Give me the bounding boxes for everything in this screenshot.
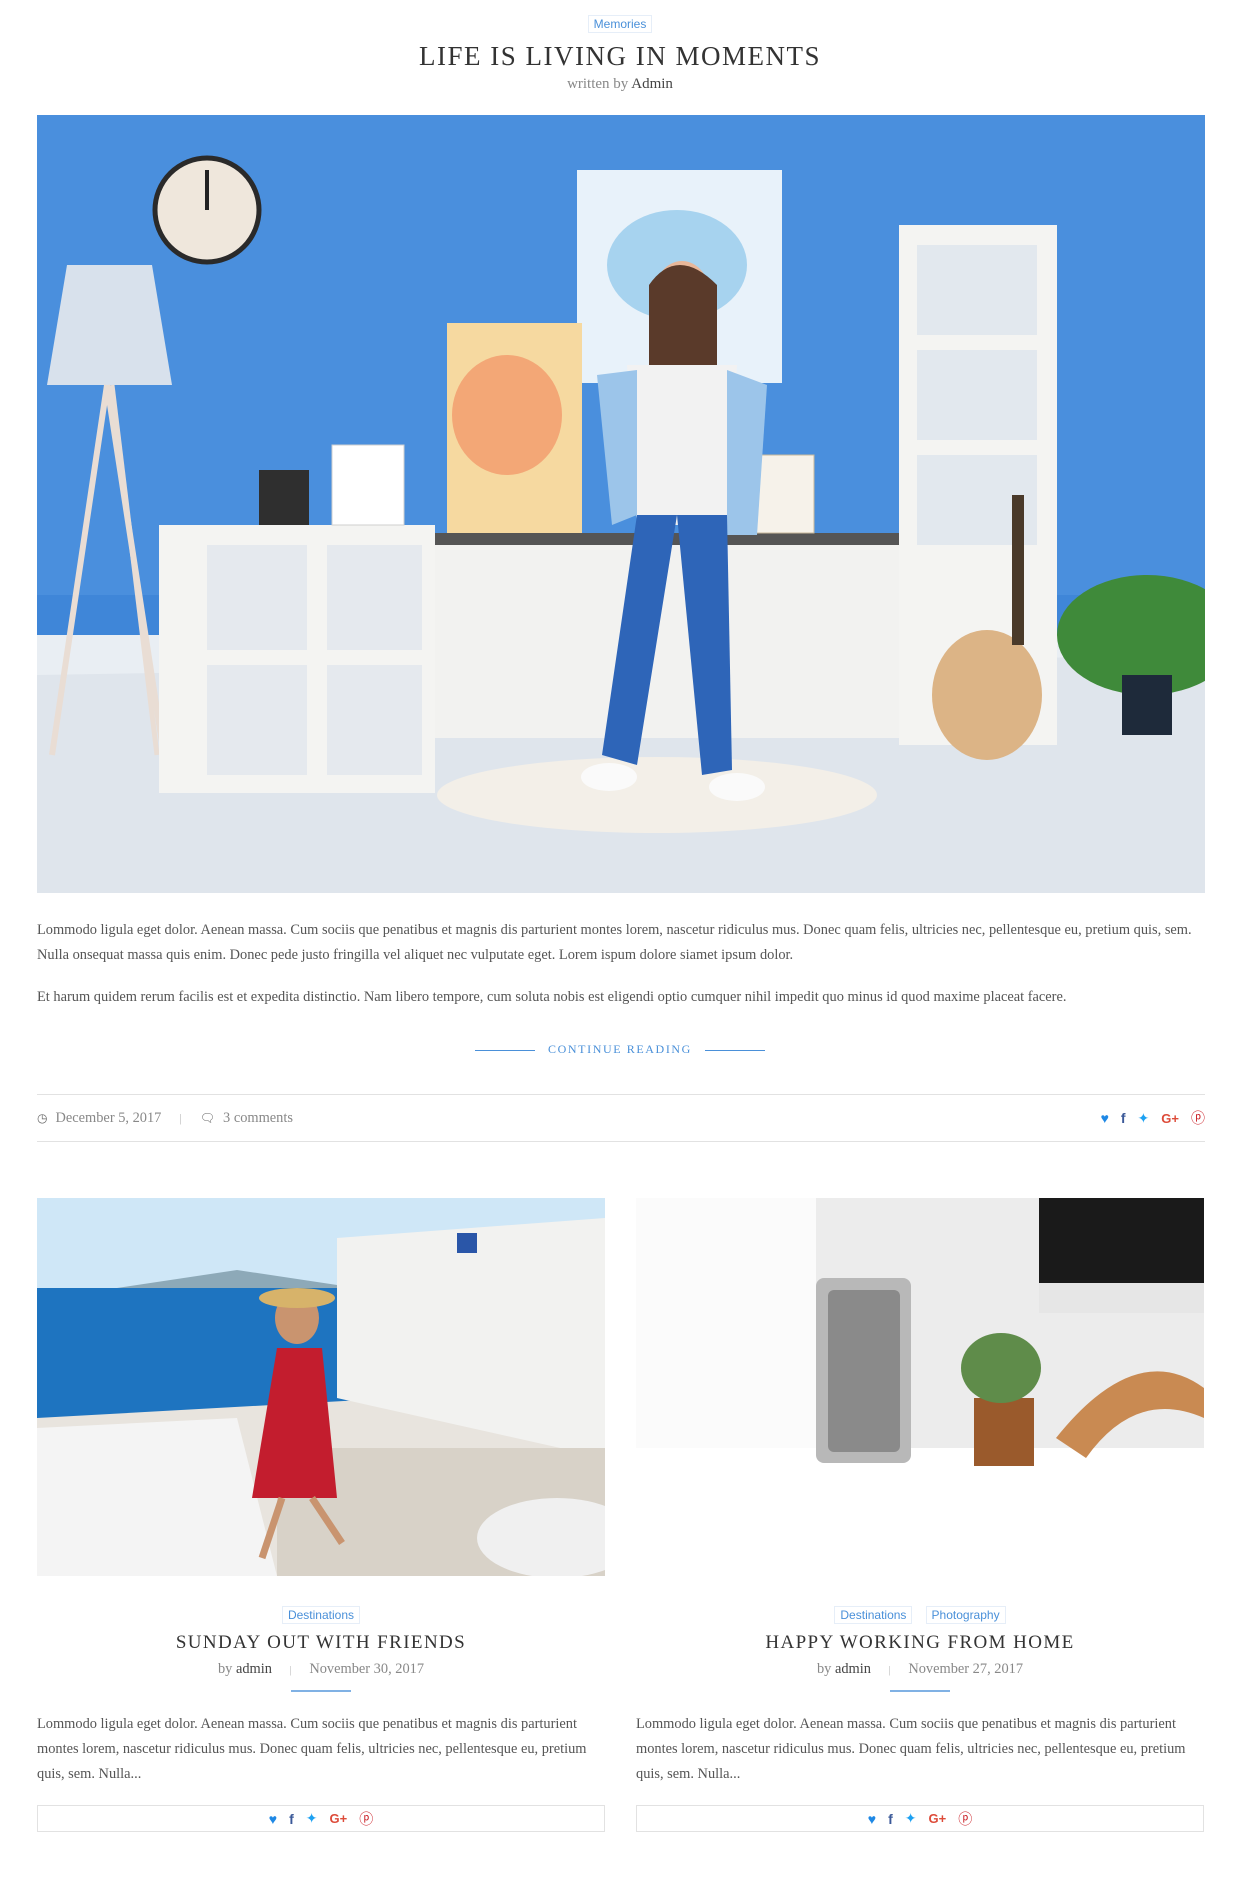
- category-tag[interactable]: Photography: [925, 1606, 1006, 1624]
- featured-byline: written by Admin: [0, 76, 1240, 93]
- title-divider: [890, 1690, 950, 1692]
- share-icons: ♥ f ✦ G+ ⓟ: [636, 1805, 1204, 1832]
- post-excerpt: Lommodo ligula eget dolor. Aenean massa.…: [37, 1716, 587, 1782]
- facebook-icon[interactable]: f: [888, 1811, 893, 1827]
- post-meta: by admin | November 27, 2017: [636, 1661, 1204, 1678]
- featured-excerpt-2: Et harum quidem rerum facilis est et exp…: [37, 989, 1067, 1005]
- separator: |: [289, 1664, 292, 1676]
- twitter-icon[interactable]: ✦: [1138, 1110, 1150, 1127]
- author-link[interactable]: admin: [236, 1661, 272, 1677]
- heart-icon[interactable]: ♥: [868, 1811, 876, 1827]
- heart-icon[interactable]: ♥: [1101, 1110, 1109, 1126]
- google-plus-icon[interactable]: G+: [1161, 1111, 1179, 1126]
- divider: [704, 1049, 765, 1051]
- by-prefix: by: [816, 1661, 832, 1677]
- post-card: Destinations SUNDAY OUT WITH FRIENDS by …: [37, 1198, 605, 1832]
- by-prefix: by: [217, 1661, 233, 1677]
- author-link[interactable]: Admin: [631, 76, 673, 92]
- comment-icon: 🗨: [199, 1110, 216, 1125]
- divider: [475, 1049, 536, 1051]
- share-icons: ♥ f ✦ G+ ⓟ: [37, 1805, 605, 1832]
- separator: |: [888, 1664, 891, 1676]
- google-plus-icon[interactable]: G+: [929, 1811, 947, 1826]
- twitter-icon[interactable]: ✦: [306, 1810, 318, 1827]
- twitter-icon[interactable]: ✦: [905, 1810, 917, 1827]
- post-title[interactable]: SUNDAY OUT WITH FRIENDS: [37, 1632, 605, 1654]
- share-icons: ♥ f ✦ G+ ⓟ: [1101, 1108, 1205, 1128]
- post-title[interactable]: HAPPY WORKING FROM HOME: [636, 1632, 1204, 1654]
- featured-post-header: Memories LIFE IS LIVING IN MOMENTS writt…: [0, 0, 1240, 93]
- featured-post-image[interactable]: [37, 115, 1205, 893]
- post-date[interactable]: December 5, 2017: [55, 1110, 161, 1127]
- heart-icon[interactable]: ♥: [269, 1811, 277, 1827]
- featured-meta-bar: ◷ December 5, 2017 | 🗨 3 comments ♥ f ✦ …: [37, 1094, 1205, 1142]
- pinterest-icon[interactable]: ⓟ: [359, 1809, 373, 1829]
- post-categories: Destinations Photography: [636, 1604, 1204, 1624]
- continue-reading[interactable]: CONTINUE READING: [0, 1042, 1240, 1057]
- clock-icon: ◷: [37, 1110, 48, 1125]
- post-meta: by admin | November 30, 2017: [37, 1661, 605, 1678]
- facebook-icon[interactable]: f: [1121, 1110, 1126, 1126]
- featured-post-title[interactable]: LIFE IS LIVING IN MOMENTS: [0, 41, 1240, 72]
- category-tag[interactable]: Destinations: [834, 1606, 913, 1624]
- facebook-icon[interactable]: f: [289, 1811, 294, 1827]
- post-excerpt: Lommodo ligula eget dolor. Aenean massa.…: [636, 1716, 1186, 1782]
- post-thumbnail[interactable]: [37, 1198, 605, 1576]
- post-categories: Destinations: [37, 1604, 605, 1624]
- google-plus-icon[interactable]: G+: [330, 1811, 348, 1826]
- category-tag[interactable]: Destinations: [281, 1606, 361, 1624]
- post-date[interactable]: November 27, 2017: [908, 1661, 1023, 1677]
- separator: |: [179, 1110, 182, 1125]
- pinterest-icon[interactable]: ⓟ: [1191, 1108, 1205, 1128]
- comments-link[interactable]: 3 comments: [223, 1110, 293, 1127]
- post-thumbnail[interactable]: [636, 1198, 1204, 1576]
- pinterest-icon[interactable]: ⓟ: [958, 1809, 972, 1829]
- title-divider: [291, 1690, 351, 1692]
- author-link[interactable]: admin: [835, 1661, 871, 1677]
- continue-reading-link[interactable]: CONTINUE READING: [548, 1042, 692, 1056]
- byline-prefix: written by: [567, 76, 629, 92]
- post-card: Destinations Photography HAPPY WORKING F…: [636, 1198, 1204, 1832]
- category-tag-memories[interactable]: Memories: [587, 15, 653, 33]
- featured-excerpt-1: Lommodo ligula eget dolor. Aenean massa.…: [37, 922, 1192, 963]
- post-date[interactable]: November 30, 2017: [309, 1661, 424, 1677]
